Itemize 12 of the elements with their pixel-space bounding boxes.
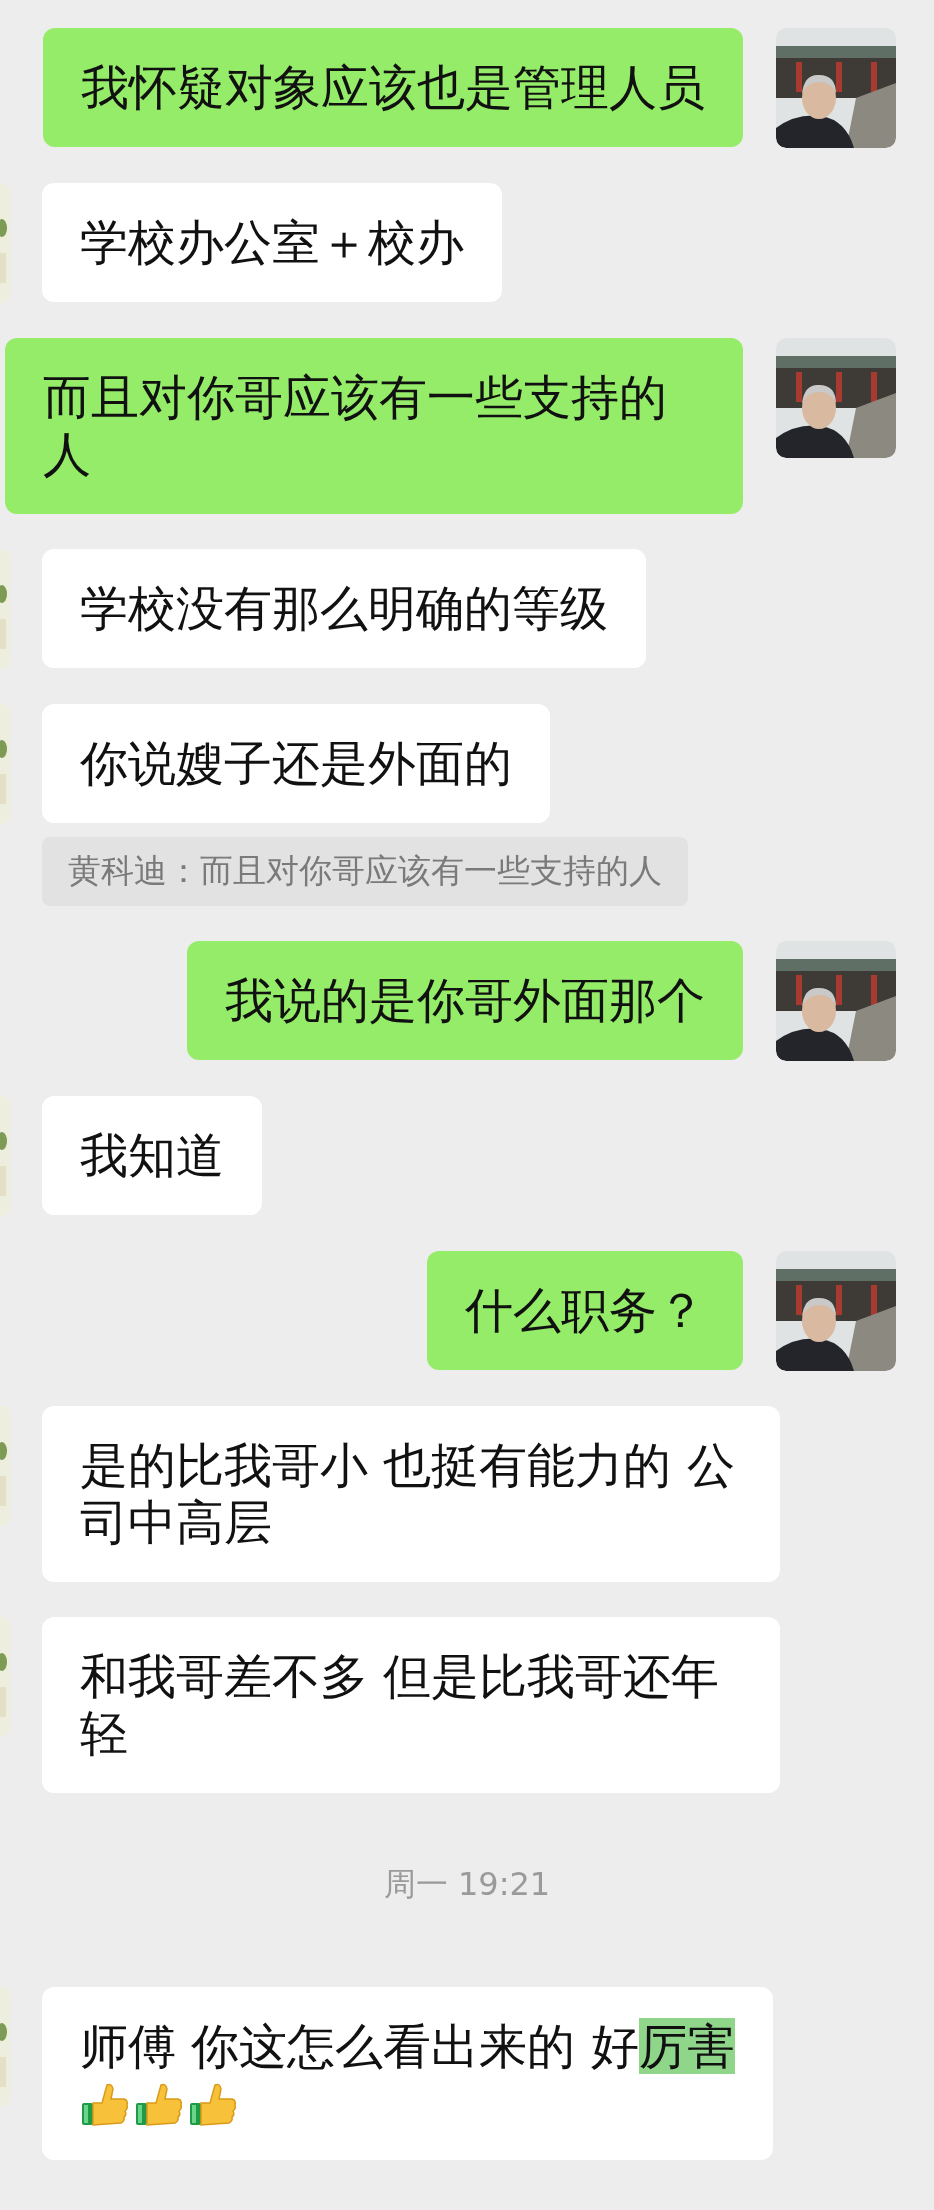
timestamp: 周一 19:21 [383, 1864, 551, 1905]
message-bubble[interactable]: 而且对你哥应该有一些支持的人 [5, 338, 743, 514]
message-bubble[interactable]: 我知道 [42, 1096, 262, 1215]
message-bubble[interactable]: 师傅 你这怎么看出来的 好厉害 [42, 1987, 773, 2160]
message-bubble[interactable]: 学校没有那么明确的等级 [42, 549, 646, 668]
message-bubble[interactable]: 你说嫂子还是外面的 [42, 704, 550, 823]
message-bubble[interactable]: 我说的是你哥外面那个 [187, 941, 743, 1060]
message-bubble[interactable]: 什么职务？ [427, 1251, 743, 1370]
message-bubble[interactable]: 和我哥差不多 但是比我哥还年轻 [42, 1617, 780, 1793]
message-bubble[interactable]: 学校办公室＋校办 [42, 183, 502, 302]
message-bubble[interactable]: 是的比我哥小 也挺有能力的 公司中高层 [42, 1406, 780, 1582]
message-bubble[interactable]: 我怀疑对象应该也是管理人员 [43, 28, 743, 147]
